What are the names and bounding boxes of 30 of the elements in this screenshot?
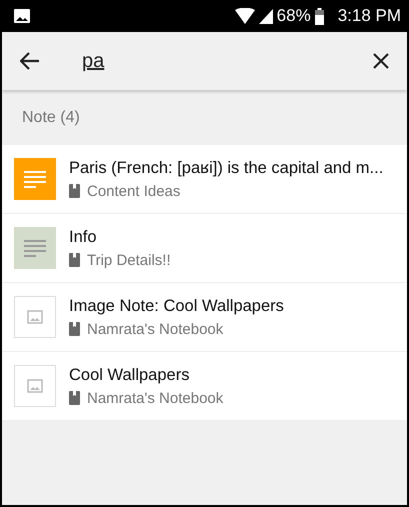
note-title: Image Note: Cool Wallpapers (69, 296, 284, 316)
note-title: Info (69, 228, 98, 246)
close-icon[interactable] (373, 53, 389, 69)
back-arrow-icon[interactable] (20, 52, 40, 70)
notebook-name: Namrata's Notebook (87, 320, 224, 338)
notebook-name: Namrata's Notebook (87, 390, 224, 406)
image-icon (27, 379, 43, 393)
note-row[interactable]: Cool Wallpapers Namrata's Notebook (2, 352, 407, 421)
text-lines-icon (24, 239, 46, 257)
notebook-name: Content Ideas (87, 182, 180, 200)
battery-percent: 68% (276, 6, 311, 26)
notebook-icon (69, 391, 80, 405)
battery-icon (314, 8, 324, 24)
note-row[interactable]: Image Note: Cool Wallpapers Namrata's Notebook (2, 283, 407, 352)
note-title: Cool Wallpapers (69, 366, 190, 384)
image-icon (14, 9, 30, 23)
text-lines-icon (24, 170, 46, 188)
image-icon (27, 310, 43, 324)
note-row[interactable]: Info Trip Details!! (2, 214, 407, 283)
notebook-name: Trip Details!! (87, 252, 171, 268)
notebook-icon (69, 322, 80, 336)
note-title: Paris (French: [paʁi]) is the capital and m... (69, 158, 384, 178)
clock-time: 3:18 PM (338, 6, 401, 26)
notebook-icon (69, 253, 80, 267)
wifi-icon (234, 8, 255, 24)
search-field[interactable]: pa (82, 50, 373, 72)
section-header: Note (4) (22, 108, 80, 126)
notebook-icon (69, 184, 80, 198)
note-row[interactable]: Paris (French: [paʁi]) is the capital and m... Content Ideas (2, 145, 407, 214)
signal-icon (258, 8, 273, 24)
